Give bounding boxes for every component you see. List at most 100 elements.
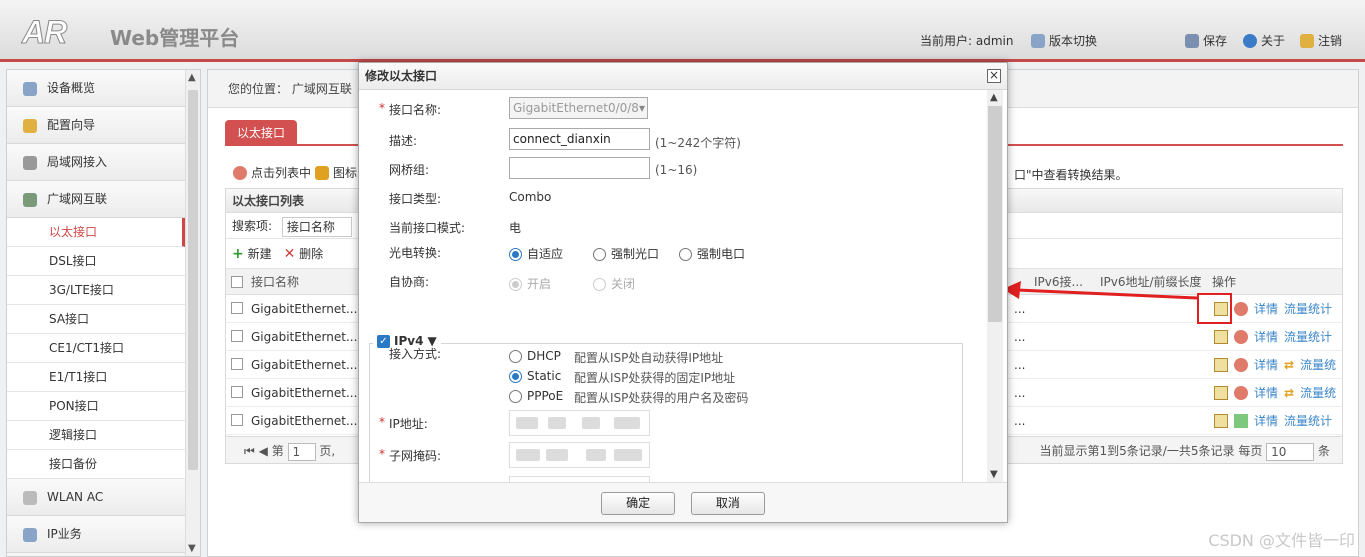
ipv6-cell: ... (1014, 414, 1026, 428)
per-page-select[interactable]: 10 (1266, 442, 1315, 461)
sidebar-item-wlan-ac[interactable]: WLAN AC (7, 479, 185, 516)
tab-ethernet[interactable]: 以太接口 (225, 120, 298, 146)
sidebar-item-ip-service[interactable]: IP业务 (7, 516, 185, 553)
access-radio-pppoe[interactable]: PPPoE (509, 389, 563, 403)
sidebar-subitem-3g-lte[interactable]: 3G/LTE接口 (7, 276, 185, 305)
scroll-up-icon[interactable]: ▲ (990, 92, 998, 103)
sidebar-item-wizard[interactable]: 配置向导 (7, 107, 185, 144)
interface-name-cell: GigabitEthernet... (251, 358, 358, 372)
ip-address-input[interactable] (509, 410, 650, 436)
bridge-group-input[interactable] (509, 157, 650, 179)
edit-icon[interactable] (1214, 414, 1228, 428)
interface-name-cell: GigabitEthernet... (251, 330, 358, 344)
access-radio-static[interactable]: Static (509, 369, 561, 383)
switch-icon[interactable]: ⇄ (1284, 379, 1294, 407)
details-link[interactable]: 详情 (1254, 323, 1278, 351)
save-link[interactable]: 保存 (1185, 32, 1227, 49)
ipv6-cell: ... (1014, 358, 1026, 372)
access-radio-dhcp[interactable]: DHCP (509, 349, 561, 363)
stop-icon[interactable] (1234, 358, 1248, 372)
new-button[interactable]: + 新建 (232, 239, 272, 269)
stop-icon[interactable] (1234, 302, 1248, 316)
edit-icon[interactable] (1214, 330, 1228, 344)
sidebar-scrollbar[interactable]: ▲ ▼ (185, 70, 200, 556)
access-mode-label: 接入方式: (389, 347, 442, 361)
dialog-scrollbar[interactable]: ▲ ▼ (987, 90, 1003, 482)
search-field-select[interactable]: 接口名称 (281, 216, 352, 237)
select-all-checkbox[interactable] (231, 276, 243, 288)
start-icon[interactable] (1234, 414, 1248, 428)
switch-icon[interactable]: ⇄ (1284, 351, 1294, 379)
convert-radio-optical[interactable]: 强制光口 (593, 245, 659, 262)
sidebar-item-wan[interactable]: 广域网互联 (7, 181, 185, 218)
description-hint: (1~242个字符) (655, 136, 741, 150)
switch-icon (1031, 33, 1045, 48)
sidebar-subitem-backup[interactable]: 接口备份 (7, 450, 185, 479)
version-switch-link[interactable]: 版本切换 (1031, 32, 1097, 49)
scroll-up-icon[interactable]: ▲ (188, 72, 196, 83)
lan-icon (23, 156, 37, 170)
convert-label: 光电转换: (389, 246, 442, 260)
tip-text: 点击列表中 图标 (233, 164, 357, 181)
wlan-icon (23, 491, 37, 505)
sidebar-item-overview[interactable]: 设备概览 (7, 70, 185, 107)
sidebar-subitem-ce1[interactable]: CE1/CT1接口 (7, 334, 185, 363)
sidebar-subitem-ethernet[interactable]: 以太接口 (7, 218, 185, 247)
sidebar: 设备概览 配置向导 局域网接入 广域网互联 以太接口 DSL接口 3G/LTE接… (6, 69, 201, 557)
row-checkbox[interactable] (231, 330, 243, 342)
edit-highlight-box (1197, 293, 1232, 324)
stop-icon[interactable] (1234, 386, 1248, 400)
description-input[interactable]: connect_dianxin (509, 128, 650, 150)
sidebar-subitem-sa[interactable]: SA接口 (7, 305, 185, 334)
row-checkbox[interactable] (231, 414, 243, 426)
interface-name-label: * 接口名称: (379, 101, 442, 117)
delete-button[interactable]: ✕ 删除 (284, 239, 324, 269)
row-checkbox[interactable] (231, 358, 243, 370)
edit-icon[interactable] (1214, 358, 1228, 372)
sidebar-item-lan[interactable]: 局域网接入 (7, 144, 185, 181)
sidebar-subitem-e1[interactable]: E1/T1接口 (7, 363, 185, 392)
sidebar-subitem-logical[interactable]: 逻辑接口 (7, 421, 185, 450)
logout-link[interactable]: 注销 (1300, 32, 1342, 49)
row-checkbox[interactable] (231, 302, 243, 314)
details-link[interactable]: 详情 (1254, 407, 1278, 435)
subnet-mask-input[interactable] (509, 442, 650, 468)
delete-icon: ✕ (283, 245, 296, 262)
close-icon[interactable]: × (987, 69, 1001, 83)
details-link[interactable]: 详情 (1254, 295, 1278, 323)
convert-radio-electric[interactable]: 强制电口 (679, 245, 745, 262)
details-link[interactable]: 详情 (1254, 379, 1278, 407)
edit-icon[interactable] (1214, 386, 1228, 400)
logout-icon (1300, 33, 1314, 48)
interface-type-value: Combo (509, 190, 552, 204)
scroll-thumb[interactable] (188, 90, 198, 470)
ipv6-cell: ... (1014, 330, 1026, 344)
traffic-stats-link[interactable]: 流量统计 (1284, 323, 1332, 351)
traffic-stats-link[interactable]: 流量统 (1300, 351, 1336, 379)
scroll-down-icon[interactable]: ▼ (188, 543, 196, 554)
sidebar-subitem-dsl[interactable]: DSL接口 (7, 247, 185, 276)
row-operations: 详情 流量统计 (1214, 407, 1332, 435)
ar-logo: AR (21, 14, 67, 51)
prev-page-icon[interactable]: ◀ (259, 444, 268, 458)
cancel-button[interactable]: 取消 (690, 492, 765, 515)
first-page-icon[interactable]: ⏮ (244, 444, 255, 458)
autoneg-radio-on: 开启 (509, 275, 551, 292)
scroll-thumb[interactable] (988, 106, 1002, 322)
interface-name-cell: GigabitEthernet... (251, 414, 358, 428)
details-link[interactable]: 详情 (1254, 351, 1278, 379)
ok-button[interactable]: 确定 (601, 492, 676, 515)
scroll-down-icon[interactable]: ▼ (990, 469, 998, 480)
convert-radio-auto[interactable]: 自适应 (509, 245, 563, 262)
stop-icon[interactable] (1234, 330, 1248, 344)
current-user: 当前用户: admin (920, 34, 1014, 48)
row-checkbox[interactable] (231, 386, 243, 398)
page-input[interactable]: 1 (287, 442, 316, 461)
traffic-stats-link[interactable]: 流量统 (1300, 379, 1336, 407)
traffic-stats-link[interactable]: 流量统计 (1284, 407, 1332, 435)
pager-summary: 当前显示第1到5条记录/一共5条记录 每页 10 条 (1039, 442, 1330, 461)
traffic-stats-link[interactable]: 流量统计 (1284, 295, 1332, 323)
info-icon (1243, 33, 1257, 48)
about-link[interactable]: 关于 (1243, 32, 1285, 49)
sidebar-subitem-pon[interactable]: PON接口 (7, 392, 185, 421)
